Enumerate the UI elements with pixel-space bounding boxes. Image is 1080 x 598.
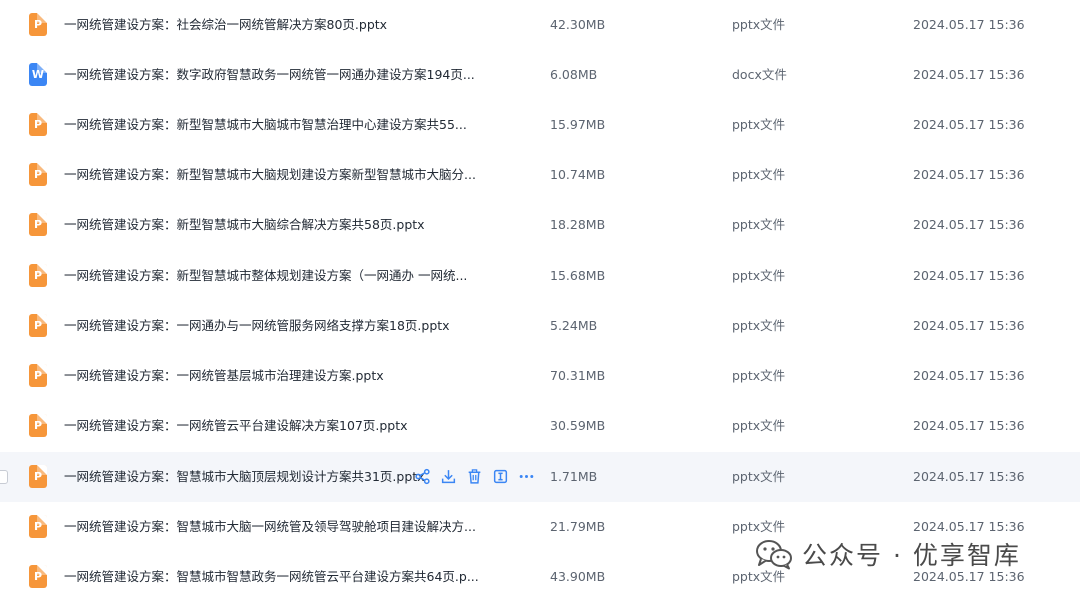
file-size: 42.30MB xyxy=(550,17,606,32)
file-row[interactable]: P 一网统管建设方案：一网统管基层城市治理建设方案.pptx 70.31MB p… xyxy=(0,351,1080,401)
file-type: pptx文件 xyxy=(732,318,786,333)
file-date: 2024.05.17 15:36 xyxy=(913,117,1025,132)
file-type: pptx文件 xyxy=(732,418,786,433)
file-list: P 一网统管建设方案：社会综治一网统管解决方案80页.pptx 42.30MB … xyxy=(0,0,1080,598)
file-date: 2024.05.17 15:36 xyxy=(913,418,1025,433)
file-name[interactable]: 一网统管建设方案：社会综治一网统管解决方案80页.pptx xyxy=(64,0,387,50)
file-row[interactable]: P 一网统管建设方案：一网统管云平台建设解决方案107页.pptx 30.59M… xyxy=(0,401,1080,451)
file-name[interactable]: 一网统管建设方案：智慧城市智慧政务一网统管云平台建设方案共64页.p... xyxy=(64,552,479,598)
file-row-hovered[interactable]: P 一网统管建设方案：智慧城市大脑顶层规划设计方案共31页.pptx 1.71M… xyxy=(0,452,1080,502)
file-size: 70.31MB xyxy=(550,368,606,383)
file-type: pptx文件 xyxy=(732,268,786,283)
file-size: 15.68MB xyxy=(550,268,606,283)
pptx-file-icon: P xyxy=(29,264,47,287)
file-name[interactable]: 一网统管建设方案：智慧城市大脑一网统管及领导驾驶舱项目建设解决方... xyxy=(64,502,476,552)
file-size: 30.59MB xyxy=(550,418,606,433)
pptx-file-icon: P xyxy=(29,113,47,136)
file-name[interactable]: 一网统管建设方案：智慧城市大脑顶层规划设计方案共31页.pptx xyxy=(64,452,425,502)
share-icon[interactable] xyxy=(414,468,431,485)
file-row[interactable]: P 一网统管建设方案：新型智慧城市整体规划建设方案（一网通办 一网统... 15… xyxy=(0,251,1080,301)
file-size: 5.24MB xyxy=(550,318,598,333)
file-type: pptx文件 xyxy=(732,17,786,32)
docx-file-icon: W xyxy=(29,63,47,86)
file-type: pptx文件 xyxy=(732,368,786,383)
file-type: pptx文件 xyxy=(732,469,786,484)
pptx-file-icon: P xyxy=(29,163,47,186)
file-name[interactable]: 一网统管建设方案：新型智慧城市大脑规划建设方案新型智慧城市大脑分... xyxy=(64,150,476,200)
more-icon[interactable] xyxy=(518,468,535,485)
file-type: pptx文件 xyxy=(732,217,786,232)
pptx-file-icon: P xyxy=(29,364,47,387)
file-date: 2024.05.17 15:36 xyxy=(913,17,1025,32)
row-checkbox[interactable] xyxy=(0,470,8,484)
file-size: 6.08MB xyxy=(550,67,598,82)
file-date: 2024.05.17 15:36 xyxy=(913,368,1025,383)
file-name[interactable]: 一网统管建设方案：新型智慧城市大脑综合解决方案共58页.pptx xyxy=(64,200,425,250)
pptx-file-icon: P xyxy=(29,314,47,337)
file-size: 18.28MB xyxy=(550,217,606,232)
rename-icon[interactable] xyxy=(492,468,509,485)
pptx-file-icon: P xyxy=(29,515,47,538)
file-row[interactable]: P 一网统管建设方案：新型智慧城市大脑综合解决方案共58页.pptx 18.28… xyxy=(0,200,1080,250)
pptx-file-icon: P xyxy=(29,414,47,437)
pptx-file-icon: P xyxy=(29,213,47,236)
pptx-file-icon: P xyxy=(29,565,47,588)
file-date: 2024.05.17 15:36 xyxy=(913,217,1025,232)
file-name[interactable]: 一网统管建设方案：一网统管基层城市治理建设方案.pptx xyxy=(64,351,384,401)
file-name[interactable]: 一网统管建设方案：新型智慧城市整体规划建设方案（一网通办 一网统... xyxy=(64,251,467,301)
row-actions xyxy=(414,468,535,486)
file-size: 43.90MB xyxy=(550,569,606,584)
file-size: 15.97MB xyxy=(550,117,606,132)
file-name[interactable]: 一网统管建设方案：数字政府智慧政务一网统管一网通办建设方案194页... xyxy=(64,50,475,100)
file-type: pptx文件 xyxy=(732,117,786,132)
file-name[interactable]: 一网统管建设方案：一网统管云平台建设解决方案107页.pptx xyxy=(64,401,408,451)
wechat-watermark: 公众号 · 优享智库 xyxy=(754,536,1021,572)
file-size: 1.71MB xyxy=(550,469,598,484)
file-date: 2024.05.17 15:36 xyxy=(913,268,1025,283)
file-type: pptx文件 xyxy=(732,167,786,182)
file-date: 2024.05.17 15:36 xyxy=(913,469,1025,484)
file-name[interactable]: 一网统管建设方案：新型智慧城市大脑城市智慧治理中心建设方案共55... xyxy=(64,100,467,150)
file-row[interactable]: P 一网统管建设方案：一网通办与一网统管服务网络支撑方案18页.pptx 5.2… xyxy=(0,301,1080,351)
pptx-file-icon: P xyxy=(29,465,47,488)
file-date: 2024.05.17 15:36 xyxy=(913,167,1025,182)
download-icon[interactable] xyxy=(440,468,457,485)
file-row[interactable]: P 一网统管建设方案：新型智慧城市大脑城市智慧治理中心建设方案共55... 15… xyxy=(0,100,1080,150)
file-size: 10.74MB xyxy=(550,167,606,182)
pptx-file-icon: P xyxy=(29,13,47,36)
file-row[interactable]: W 一网统管建设方案：数字政府智慧政务一网统管一网通办建设方案194页... 6… xyxy=(0,50,1080,100)
file-date: 2024.05.17 15:36 xyxy=(913,67,1025,82)
file-name[interactable]: 一网统管建设方案：一网通办与一网统管服务网络支撑方案18页.pptx xyxy=(64,301,450,351)
wechat-icon xyxy=(756,540,792,570)
file-row[interactable]: P 一网统管建设方案：社会综治一网统管解决方案80页.pptx 42.30MB … xyxy=(0,0,1080,50)
file-date: 2024.05.17 15:36 xyxy=(913,318,1025,333)
delete-icon[interactable] xyxy=(466,468,483,485)
watermark-text: 公众号 · 优享智库 xyxy=(802,541,1021,570)
file-size: 21.79MB xyxy=(550,519,606,534)
file-row[interactable]: P 一网统管建设方案：新型智慧城市大脑规划建设方案新型智慧城市大脑分... 10… xyxy=(0,150,1080,200)
file-type: docx文件 xyxy=(732,67,787,82)
